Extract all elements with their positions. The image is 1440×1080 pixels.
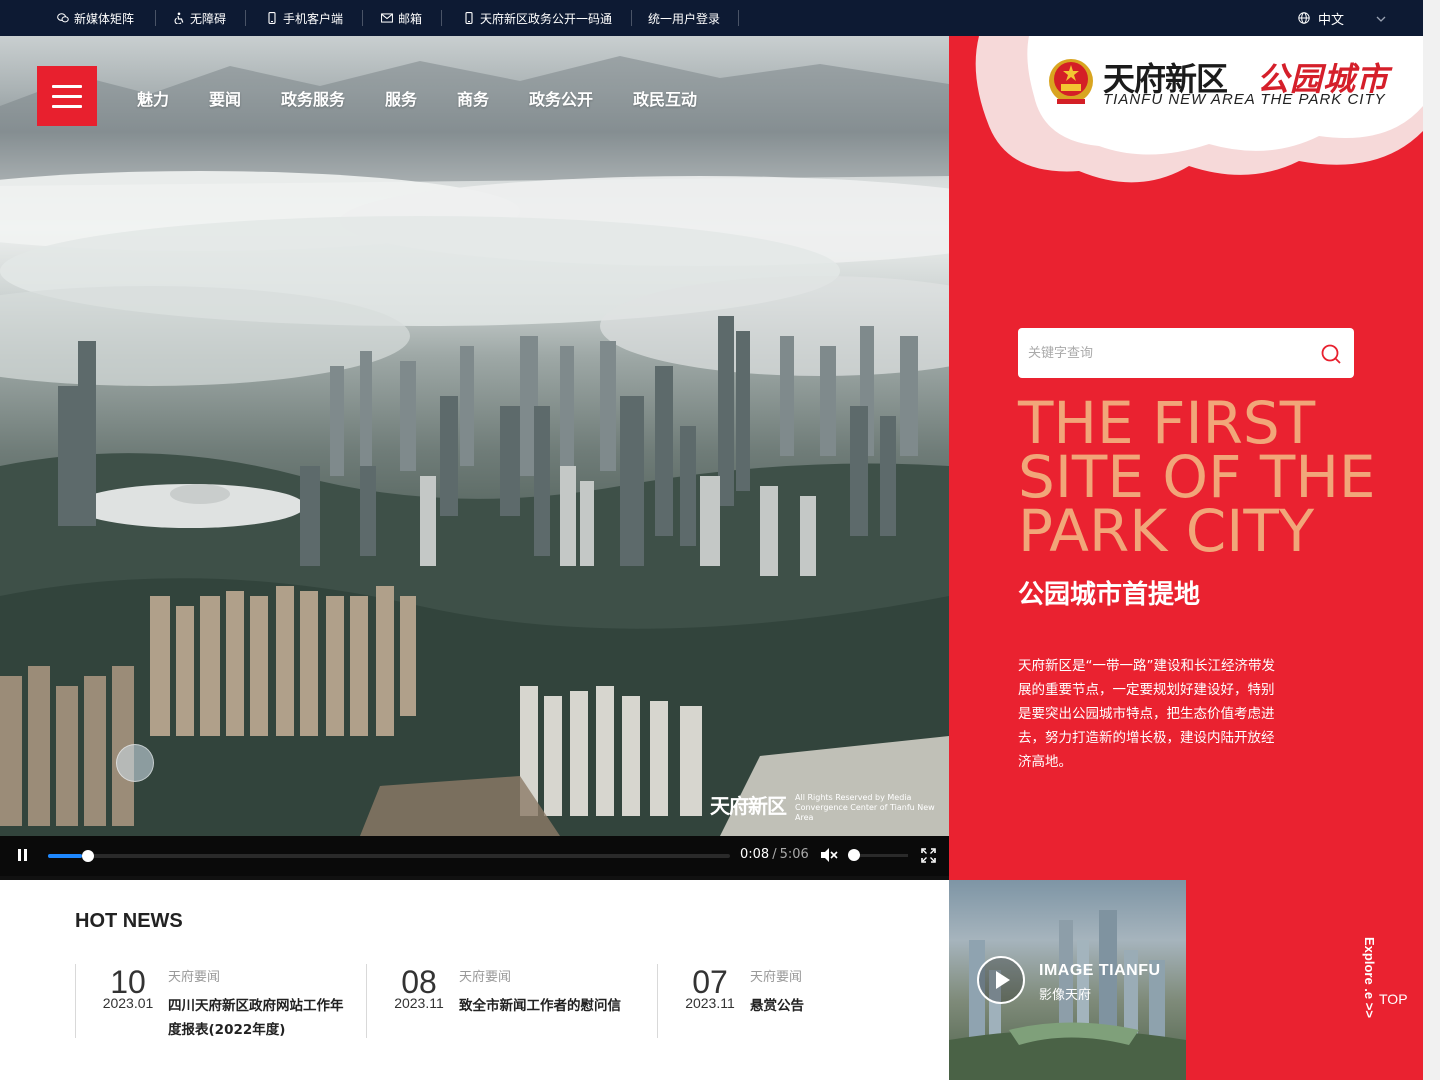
topbar-item-label: 统一用户登录	[648, 11, 721, 26]
hot-news-heading: HOT NEWS	[75, 910, 183, 932]
image-card-title-en: IMAGE TIANFU	[1039, 962, 1161, 979]
intro-paragraph: 天府新区是“一带一路”建设和长江经济带发展的重要节点，一定要规划好建设好，特别是…	[1018, 658, 1275, 770]
topbar-divider	[245, 10, 246, 26]
slogan-line: THE FIRST	[1018, 389, 1316, 457]
nav-item-services[interactable]: 服务	[385, 86, 417, 110]
language-selector[interactable]: 中文	[1298, 0, 1344, 36]
mobile-icon	[266, 12, 278, 24]
video-watermark-logo: 天府新区	[710, 794, 787, 818]
topbar-item-mobile-client[interactable]: 手机客户端	[266, 0, 343, 36]
topbar-item-mail[interactable]: 邮箱	[381, 0, 422, 36]
search-box	[1018, 328, 1354, 378]
topbar-divider	[631, 10, 632, 26]
city-skyline-image	[0, 56, 949, 836]
pause-icon[interactable]	[18, 849, 28, 863]
logo-subtitle-en: TIANFU NEW AREA THE PARK CITY	[1103, 91, 1386, 108]
chevron-down-icon[interactable]	[1376, 12, 1386, 26]
search-input[interactable]	[1028, 328, 1308, 378]
nav-item-business[interactable]: 商务	[457, 86, 489, 110]
topbar-item-label: 无障碍	[190, 11, 227, 26]
video-watermark-text: All Rights Reserved by Media Convergence…	[795, 793, 935, 822]
video-duration: 5:06	[779, 847, 809, 862]
video-progress-handle[interactable]	[81, 850, 94, 862]
video-time: 0:08/5:06	[740, 847, 809, 862]
news-category: 天府要闻	[168, 970, 221, 985]
back-to-top-button[interactable]: TOP	[1379, 991, 1408, 1007]
nav-item-gov-affairs[interactable]: 政务公开	[529, 86, 593, 110]
play-icon[interactable]	[977, 956, 1025, 1004]
language-label: 中文	[1318, 12, 1345, 28]
news-category: 天府要闻	[750, 970, 803, 985]
video-controls: 0:08/5:06	[0, 836, 949, 876]
news-category: 天府要闻	[459, 970, 512, 985]
hamburger-line	[52, 84, 82, 88]
globe-icon	[1298, 12, 1310, 24]
topbar-item-label: 邮箱	[398, 11, 423, 26]
hero-video[interactable]: 魅力 要闻 政务服务 服务 商务 政务公开 政民互动 天府新区 All Righ…	[0, 36, 949, 836]
news-item[interactable]: 07 2023.11 天府要闻 悬赏公告	[657, 964, 947, 1038]
topbar-item-label: 天府新区政务公开一码通	[480, 11, 613, 26]
accessibility-icon	[173, 12, 185, 24]
topbar-divider	[441, 10, 442, 26]
topbar-item-media-matrix[interactable]: 新媒体矩阵	[57, 0, 134, 36]
news-title[interactable]: 悬赏公告	[750, 994, 930, 1018]
side-red-strip	[1186, 880, 1423, 1080]
slogan-line: SITE OF THE	[1018, 443, 1376, 511]
video-current-time: 0:08	[740, 847, 770, 862]
national-emblem-icon	[1049, 59, 1093, 104]
hamburger-line	[52, 104, 82, 108]
topbar-item-label: 新媒体矩阵	[74, 11, 135, 26]
volume-slider[interactable]	[848, 849, 908, 861]
topbar-item-accessibility[interactable]: 无障碍	[173, 0, 226, 36]
topbar-item-login[interactable]: 统一用户登录	[648, 0, 720, 36]
hero-bottom-border	[0, 876, 949, 880]
slogan-en: THE FIRST SITE OF THE PARK CITY	[1018, 389, 1418, 565]
explore-link[interactable]: Explore .e >>	[1362, 937, 1377, 1018]
nav-item-charm[interactable]: 魅力	[137, 86, 169, 110]
mail-icon	[381, 12, 393, 24]
video-time-separator: /	[772, 847, 777, 862]
site-logo[interactable]: 天府新区 公园城市 TIANFU NEW AREA THE PARK CITY	[1047, 54, 1407, 114]
page-scrollbar[interactable]	[1423, 0, 1440, 1080]
news-year-month: 2023.11	[394, 995, 444, 1011]
news-item[interactable]: 08 2023.11 天府要闻 致全市新闻工作者的慰问信	[366, 964, 656, 1038]
main-menu-button[interactable]	[37, 66, 97, 126]
news-item[interactable]: 10 2023.01 天府要闻 四川天府新区政府网站工作年度报表(2022年度)	[75, 964, 365, 1038]
news-year-month: 2023.11	[685, 995, 735, 1011]
topbar-item-gov-code[interactable]: 天府新区政务公开一码通	[463, 0, 612, 36]
news-year-month: 2023.01	[102, 995, 154, 1011]
topbar-item-label: 手机客户端	[283, 11, 344, 26]
search-icon[interactable]	[1320, 343, 1342, 365]
hamburger-line	[52, 94, 82, 98]
nav-item-gov-services[interactable]: 政务服务	[281, 86, 345, 110]
image-tianfu-card[interactable]: IMAGE TIANFU 影像天府	[949, 880, 1186, 1080]
news-title[interactable]: 致全市新闻工作者的慰问信	[459, 994, 639, 1018]
slogan-line: PARK CITY	[1018, 497, 1315, 565]
topbar-divider	[738, 10, 739, 26]
intro-panel: 天府新区 公园城市 TIANFU NEW AREA THE PARK CITY …	[949, 36, 1423, 880]
image-card-title-cn: 影像天府	[1039, 988, 1092, 1003]
wechat-icon	[57, 12, 69, 24]
video-progress-played	[48, 854, 82, 858]
mute-icon[interactable]	[820, 847, 838, 867]
fullscreen-icon[interactable]	[921, 848, 936, 867]
news-title[interactable]: 四川天府新区政府网站工作年度报表(2022年度)	[168, 994, 348, 1042]
topbar-divider	[155, 10, 156, 26]
nav-item-interaction[interactable]: 政民互动	[633, 86, 697, 110]
video-progress-bar[interactable]	[48, 850, 730, 862]
nav-item-news[interactable]: 要闻	[209, 86, 241, 110]
slogan-cn: 公园城市首提地	[1018, 580, 1201, 610]
volume-handle[interactable]	[848, 849, 860, 861]
video-thumbnail-badge	[116, 744, 154, 782]
top-utility-bar: 新媒体矩阵 无障碍 手机客户端 邮箱 天府新区政务公开一码通 统一用户登录 中文	[0, 0, 1423, 36]
topbar-divider	[362, 10, 363, 26]
mobile-icon	[463, 12, 475, 24]
